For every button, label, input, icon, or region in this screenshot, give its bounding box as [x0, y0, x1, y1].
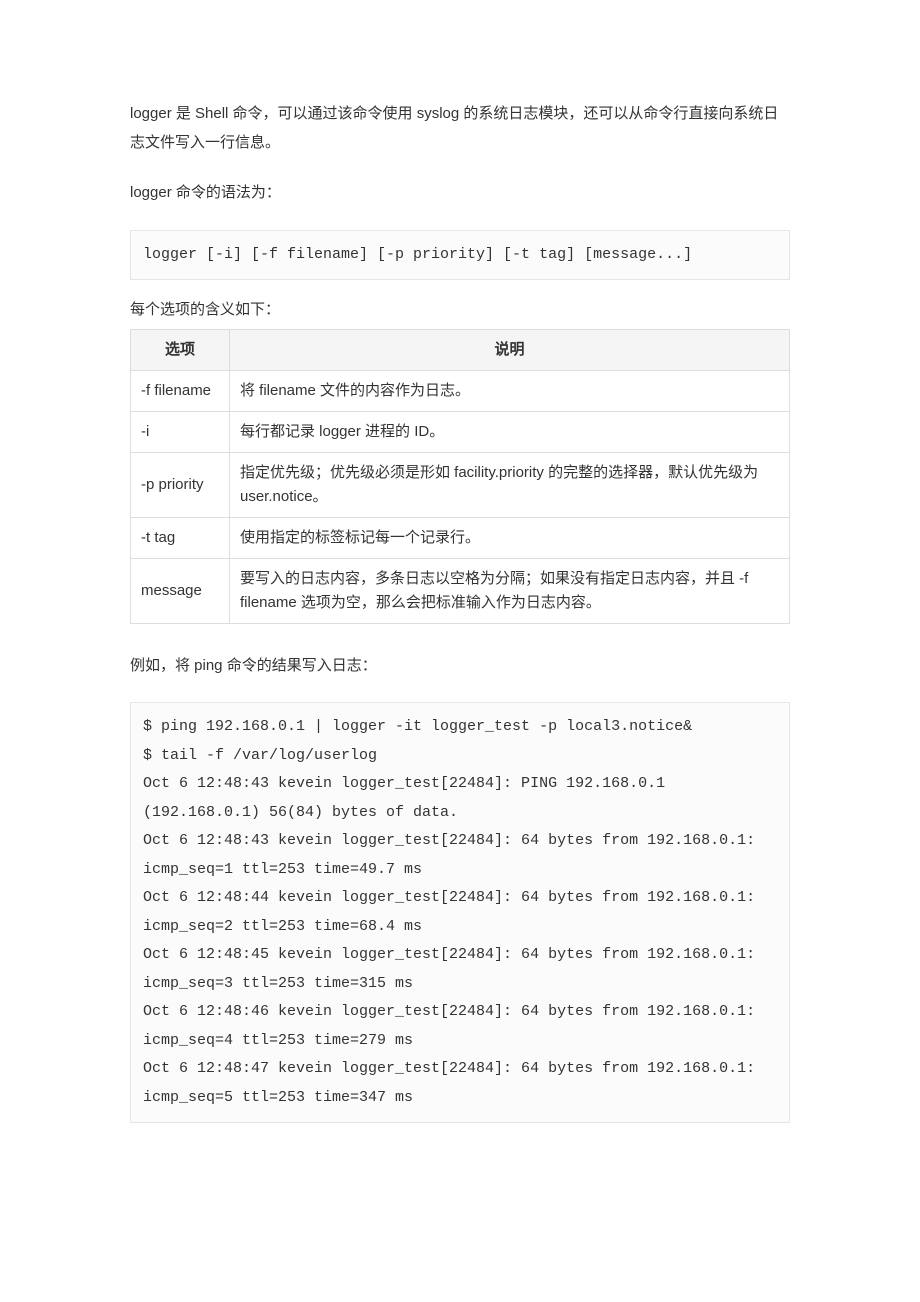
desc-cell: 将 filename 文件的内容作为日志。: [230, 370, 790, 411]
desc-cell: 要写入的日志内容，多条日志以空格为分隔；如果没有指定日志内容，并且 -f fil…: [230, 558, 790, 623]
options-table: 选项 说明 -f filename 将 filename 文件的内容作为日志。 …: [130, 329, 790, 624]
table-row: message 要写入的日志内容，多条日志以空格为分隔；如果没有指定日志内容，并…: [131, 558, 790, 623]
option-cell: -f filename: [131, 370, 230, 411]
options-table-header-option: 选项: [131, 329, 230, 370]
table-row: -p priority 指定优先级；优先级必须是形如 facility.prio…: [131, 452, 790, 517]
example-label: 例如，将 ping 命令的结果写入日志：: [130, 652, 790, 681]
desc-cell: 每行都记录 logger 进程的 ID。: [230, 411, 790, 452]
desc-cell: 指定优先级；优先级必须是形如 facility.priority 的完整的选择器…: [230, 452, 790, 517]
table-row: -i 每行都记录 logger 进程的 ID。: [131, 411, 790, 452]
desc-cell: 使用指定的标签标记每一个记录行。: [230, 517, 790, 558]
syntax-label: logger 命令的语法为：: [130, 179, 790, 208]
syntax-code-block: logger [-i] [-f filename] [-p priority] …: [130, 230, 790, 281]
options-label: 每个选项的含义如下：: [130, 296, 790, 325]
example-code-block: $ ping 192.168.0.1 | logger -it logger_t…: [130, 702, 790, 1123]
intro-paragraph: logger 是 Shell 命令，可以通过该命令使用 syslog 的系统日志…: [130, 100, 790, 157]
options-table-header-desc: 说明: [230, 329, 790, 370]
option-cell: -i: [131, 411, 230, 452]
option-cell: -p priority: [131, 452, 230, 517]
option-cell: -t tag: [131, 517, 230, 558]
table-row: -t tag 使用指定的标签标记每一个记录行。: [131, 517, 790, 558]
table-row: -f filename 将 filename 文件的内容作为日志。: [131, 370, 790, 411]
option-cell: message: [131, 558, 230, 623]
